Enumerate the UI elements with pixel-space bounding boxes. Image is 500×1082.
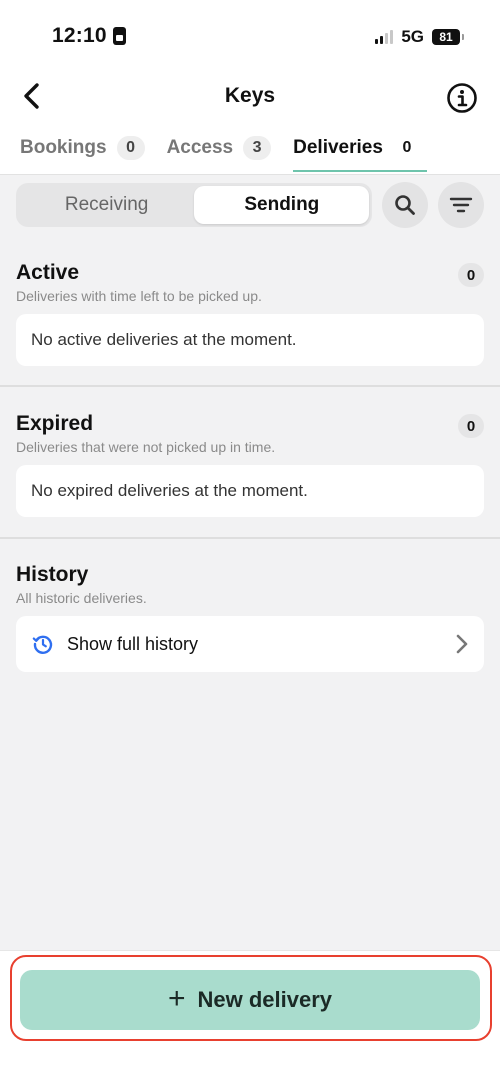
segment-receiving[interactable]: Receiving: [19, 186, 194, 224]
empty-state-text: No expired deliveries at the moment.: [31, 481, 308, 500]
active-section: Active Deliveries with time left to be p…: [0, 261, 500, 366]
section-count-badge: 0: [458, 263, 484, 287]
tab-deliveries[interactable]: Deliveries 0: [293, 126, 427, 172]
tab-access[interactable]: Access 3: [167, 126, 272, 170]
segment-sending[interactable]: Sending: [194, 186, 370, 224]
focus-badge-icon: [112, 27, 126, 45]
tab-count: 0: [116, 136, 145, 160]
tab-bookings[interactable]: Bookings 0: [20, 126, 145, 170]
battery-level: 81: [439, 30, 453, 44]
header: Keys: [0, 70, 500, 126]
filter-icon: [449, 197, 473, 213]
chevron-right-icon: [456, 634, 468, 654]
show-full-history-row[interactable]: Show full history: [16, 616, 484, 672]
status-indicators: 5G 81: [375, 27, 464, 47]
new-delivery-label: New delivery: [197, 987, 333, 1012]
tab-label: Bookings: [20, 137, 107, 158]
network-label: 5G: [401, 27, 424, 46]
search-button[interactable]: [382, 182, 429, 228]
tab-label: Access: [166, 137, 234, 158]
section-title: History: [16, 563, 89, 586]
signal-icon: [375, 30, 394, 44]
search-icon: [395, 195, 416, 215]
section-subtitle: Deliveries with time left to be picked u…: [16, 288, 262, 304]
new-delivery-button[interactable]: + New delivery: [20, 970, 480, 1030]
deliveries-content: Receiving Sending Active Deliveries with…: [0, 174, 500, 950]
status-bar: 12:10 5G 81: [0, 0, 500, 70]
info-icon: [447, 83, 477, 113]
tab-count: 0: [392, 136, 421, 160]
section-subtitle: All historic deliveries.: [16, 590, 147, 606]
history-section: History All historic deliveries. Show fu…: [0, 563, 500, 672]
section-title: Active: [16, 261, 80, 284]
time-text: 12:10: [52, 24, 107, 47]
filter-button[interactable]: [438, 182, 485, 228]
page-title: Keys: [224, 84, 276, 107]
history-icon: [32, 635, 53, 654]
empty-state-card: No expired deliveries at the moment.: [16, 465, 484, 517]
direction-segmented-control: Receiving Sending: [16, 183, 373, 227]
tab-count: 3: [243, 136, 272, 160]
divider: [0, 385, 500, 387]
section-count-badge: 0: [458, 414, 484, 438]
tab-bar: Bookings 0 Access 3 Deliveries 0: [0, 126, 500, 174]
battery-icon: 81: [432, 29, 464, 45]
plus-icon: +: [167, 981, 186, 1015]
tab-label: Deliveries: [293, 137, 383, 158]
empty-state-text: No active deliveries at the moment.: [31, 330, 297, 349]
info-button[interactable]: [446, 82, 478, 114]
history-row-left: Show full history: [31, 632, 198, 656]
section-subtitle: Deliveries that were not picked up in ti…: [16, 439, 276, 455]
expired-section: Expired Deliveries that were not picked …: [0, 412, 500, 517]
segment-row: Receiving Sending: [16, 182, 485, 228]
empty-state-card: No active deliveries at the moment.: [16, 314, 484, 366]
history-link-label: Show full history: [67, 633, 199, 654]
divider: [0, 537, 500, 539]
bottom-bar: + New delivery: [0, 950, 500, 1082]
section-title: Expired: [16, 412, 94, 435]
status-time: 12:10: [52, 24, 126, 48]
